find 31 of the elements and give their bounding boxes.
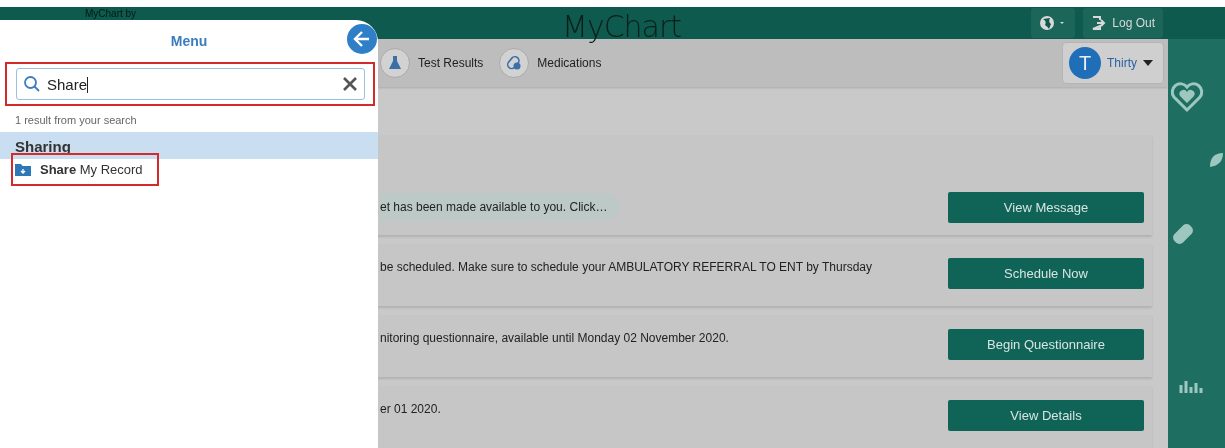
account-menu[interactable]: T Thirty: [1062, 42, 1164, 84]
logout-icon: [1091, 14, 1108, 31]
notification-text: nitoring questionnaire, available until Monday 02 November 2020.: [380, 330, 729, 347]
chart-icon[interactable]: [1178, 379, 1204, 393]
notification-text: be scheduled. Make sure to schedule your AMBULATORY REFERRAL TO ENT by Thursday: [380, 259, 872, 276]
back-arrow-icon: [352, 29, 372, 49]
menu-item[interactable]: Share My Record: [13, 158, 145, 181]
group-heading: Sharing: [0, 132, 378, 159]
menu-title: Menu: [170, 33, 208, 49]
leaf-icon[interactable]: [1208, 151, 1224, 169]
language-button[interactable]: [1031, 7, 1076, 38]
nav-link[interactable]: Test Results: [380, 48, 484, 78]
pills-icon: [506, 55, 523, 71]
caret-icon: [1143, 60, 1153, 66]
notification-text: et has been made available to you. Click…: [380, 193, 620, 221]
folder-icon: [15, 163, 31, 176]
notification-text: er 01 2020.: [380, 401, 441, 418]
search-field[interactable]: Share: [16, 68, 365, 100]
nav-link[interactable]: Medications: [499, 48, 602, 78]
action-button[interactable]: Schedule Now: [948, 258, 1144, 289]
action-button[interactable]: Begin Questionnaire: [948, 329, 1144, 360]
logout-button[interactable]: Log Out: [1083, 7, 1163, 38]
search-icon: [23, 75, 41, 93]
brand-caption: MyChart by: [85, 7, 137, 19]
result-count: 1 result from your search: [15, 114, 138, 126]
heart-icon[interactable]: [1170, 81, 1204, 113]
back-button[interactable]: [347, 24, 377, 54]
flask-icon: [388, 55, 402, 71]
action-button[interactable]: View Details: [948, 400, 1144, 431]
action-button[interactable]: View Message: [948, 191, 1144, 223]
close-icon[interactable]: [342, 76, 358, 92]
